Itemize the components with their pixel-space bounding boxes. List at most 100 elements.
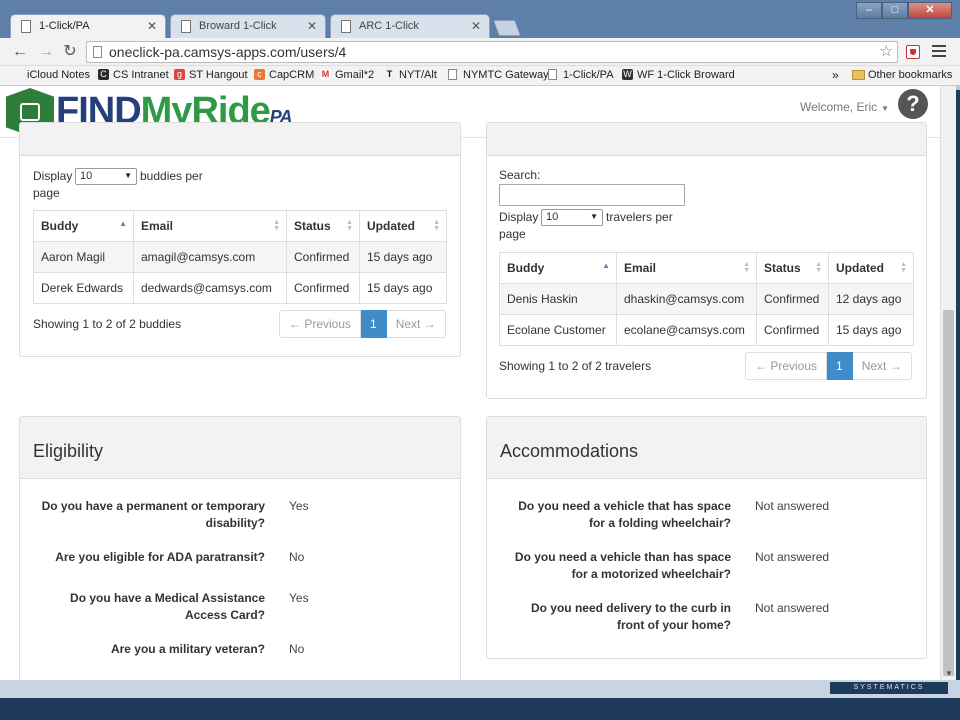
tab-label: 1-Click/PA bbox=[39, 20, 90, 32]
bookmark-capcrm[interactable]: c CapCRM bbox=[254, 69, 314, 81]
buddies-per-page-select[interactable]: 10 ▼ bbox=[75, 168, 137, 185]
answer-medical: Yes bbox=[289, 591, 309, 605]
sort-icon: ▲ ▼ bbox=[900, 261, 907, 274]
page-icon bbox=[341, 20, 351, 33]
cell-status: Confirmed bbox=[756, 314, 829, 346]
cell-updated: 15 days ago bbox=[828, 314, 914, 346]
page-1-button[interactable]: 1 bbox=[361, 310, 387, 338]
close-icon[interactable]: ✕ bbox=[307, 19, 317, 33]
next-button[interactable]: Next → bbox=[852, 352, 912, 380]
eligibility-panel: Eligibility Do you have a permanent or t… bbox=[19, 416, 461, 680]
col-status[interactable]: Status ▲ ▼ bbox=[286, 210, 360, 242]
cell-buddy: Derek Edwards bbox=[33, 272, 134, 304]
page-icon bbox=[448, 69, 457, 80]
dropdown-arrow-icon: ▼ bbox=[124, 171, 132, 180]
col-status[interactable]: Status ▲ ▼ bbox=[756, 252, 829, 284]
pocket-icon[interactable] bbox=[906, 45, 920, 59]
question-curb-delivery: Do you need delivery to the curb in front… bbox=[530, 601, 731, 632]
bookmark-gmail[interactable]: M Gmail*2 bbox=[320, 69, 374, 81]
scroll-down-icon[interactable]: ▼ bbox=[945, 669, 953, 678]
page-icon bbox=[21, 20, 31, 33]
window-controls: ‒ □ ✕ bbox=[856, 2, 952, 20]
menu-icon[interactable] bbox=[932, 45, 946, 57]
minimize-button[interactable]: ‒ bbox=[856, 2, 882, 19]
col-buddy[interactable]: Buddy ▲ bbox=[33, 210, 134, 242]
user-menu[interactable]: Welcome, Eric ▼ bbox=[800, 100, 889, 114]
accommodations-panel: Accommodations Do you need a vehicle tha… bbox=[486, 416, 927, 659]
cell-updated: 15 days ago bbox=[359, 272, 447, 304]
reload-icon[interactable]: ↻ bbox=[60, 42, 80, 62]
search-input[interactable] bbox=[499, 184, 685, 206]
close-icon[interactable]: ✕ bbox=[471, 19, 481, 33]
bookmark-1click-pa[interactable]: 1-Click/PA bbox=[548, 69, 614, 81]
address-bar[interactable]: oneclick-pa.camsys-apps.com/users/4 ☆ bbox=[86, 41, 898, 63]
bookmarks-overflow-button[interactable]: » bbox=[832, 68, 839, 82]
table-info: Showing 1 to 2 of 2 travelers bbox=[499, 359, 652, 373]
tab-broward[interactable]: Broward 1-Click ✕ bbox=[170, 14, 326, 38]
star-icon[interactable]: ☆ bbox=[880, 42, 893, 60]
bookmark-nymtc[interactable]: NYMTC Gateway bbox=[448, 69, 549, 81]
previous-button[interactable]: ← Previous bbox=[279, 310, 362, 338]
question-folding-wheelchair: Do you need a vehicle that has space for … bbox=[518, 499, 731, 530]
other-bookmarks[interactable]: Other bookmarks bbox=[852, 69, 952, 81]
col-updated[interactable]: Updated ▲ ▼ bbox=[359, 210, 447, 242]
cell-status: Confirmed bbox=[286, 272, 360, 304]
forward-icon[interactable]: → bbox=[36, 42, 56, 62]
panel-heading: Accommodations bbox=[487, 417, 926, 479]
previous-button[interactable]: ← Previous bbox=[745, 352, 828, 380]
col-email[interactable]: Email ▲ ▼ bbox=[133, 210, 287, 242]
bookmark-st-hangout[interactable]: g ST Hangout bbox=[174, 69, 248, 81]
bookmark-cs-intranet[interactable]: C CS Intranet bbox=[98, 69, 169, 81]
help-icon[interactable]: ? bbox=[898, 89, 928, 119]
sort-asc-icon: ▲ bbox=[119, 219, 127, 228]
answer-folding-wheelchair: Not answered bbox=[755, 499, 830, 513]
table-row: Derek Edwards dedwards@camsys.com Confir… bbox=[33, 272, 447, 304]
sort-icon: ▲ ▼ bbox=[433, 219, 440, 232]
display-label: Display bbox=[499, 210, 539, 224]
tab-1click-pa[interactable]: 1-Click/PA ✕ bbox=[10, 14, 166, 38]
scrollbar-thumb[interactable] bbox=[943, 310, 954, 676]
col-buddy[interactable]: Buddy ▲ bbox=[499, 252, 617, 284]
answer-ada: No bbox=[289, 550, 305, 564]
bookmark-nyt[interactable]: T NYT/Alt bbox=[384, 69, 437, 81]
question-veteran: Are you a military veteran? bbox=[110, 642, 265, 656]
close-icon[interactable]: ✕ bbox=[147, 19, 157, 33]
tab-arc[interactable]: ARC 1-Click ✕ bbox=[330, 14, 490, 38]
slide-footer-stripe bbox=[0, 680, 960, 698]
next-button[interactable]: Next → bbox=[386, 310, 446, 338]
search-label: Search: bbox=[499, 168, 541, 182]
sort-icon: ▲ ▼ bbox=[346, 219, 353, 232]
travelers-per-page-select[interactable]: 10 ▼ bbox=[541, 209, 603, 226]
cell-email: ecolane@camsys.com bbox=[616, 314, 757, 346]
page-scrollbar[interactable]: ▼ bbox=[940, 86, 956, 680]
tab-label: Broward 1-Click bbox=[199, 20, 277, 32]
cell-buddy: Denis Haskin bbox=[499, 283, 617, 315]
cell-email: dedwards@camsys.com bbox=[133, 272, 287, 304]
page-1-button[interactable]: 1 bbox=[827, 352, 853, 380]
per-page-label-2: page bbox=[499, 227, 526, 241]
dropdown-arrow-icon: ▼ bbox=[590, 212, 598, 221]
question-medical: Do you have a Medical Assistance Access C… bbox=[70, 591, 265, 622]
question-ada: Are you eligible for ADA paratransit? bbox=[55, 550, 265, 564]
buddies-pagination: ← Previous 1 Next → bbox=[279, 310, 446, 338]
folder-icon bbox=[852, 70, 865, 80]
col-updated[interactable]: Updated ▲ ▼ bbox=[828, 252, 914, 284]
maximize-button[interactable]: □ bbox=[882, 2, 908, 19]
page-icon bbox=[181, 20, 191, 33]
panel-heading bbox=[20, 123, 460, 156]
col-email[interactable]: Email ▲ ▼ bbox=[616, 252, 757, 284]
browser-chrome: 1-Click/PA ✕ Broward 1-Click ✕ ARC 1-Cli… bbox=[0, 0, 960, 90]
back-icon[interactable]: ← bbox=[10, 42, 30, 62]
bookmark-icloud[interactable]: iCloud Notes bbox=[12, 69, 90, 81]
answer-motorized-wheelchair: Not answered bbox=[755, 550, 830, 564]
apple-icon bbox=[12, 69, 23, 80]
bookmarks-bar: iCloud Notes C CS Intranet g ST Hangout cC… bbox=[0, 66, 960, 86]
new-tab-button[interactable] bbox=[493, 20, 521, 36]
bookmark-wf-broward[interactable]: W WF 1-Click Broward bbox=[622, 69, 735, 81]
nyt-icon: T bbox=[386, 69, 393, 79]
travelers-panel: Search: Display 10 ▼ travelers per page B… bbox=[486, 122, 927, 399]
close-window-button[interactable]: ✕ bbox=[908, 2, 952, 19]
panel-heading: Eligibility bbox=[20, 417, 460, 479]
per-page-label: travelers per bbox=[606, 210, 673, 224]
page-content: FINDMyRidePA Welcome, Eric ▼ ? Display 10… bbox=[0, 86, 940, 680]
